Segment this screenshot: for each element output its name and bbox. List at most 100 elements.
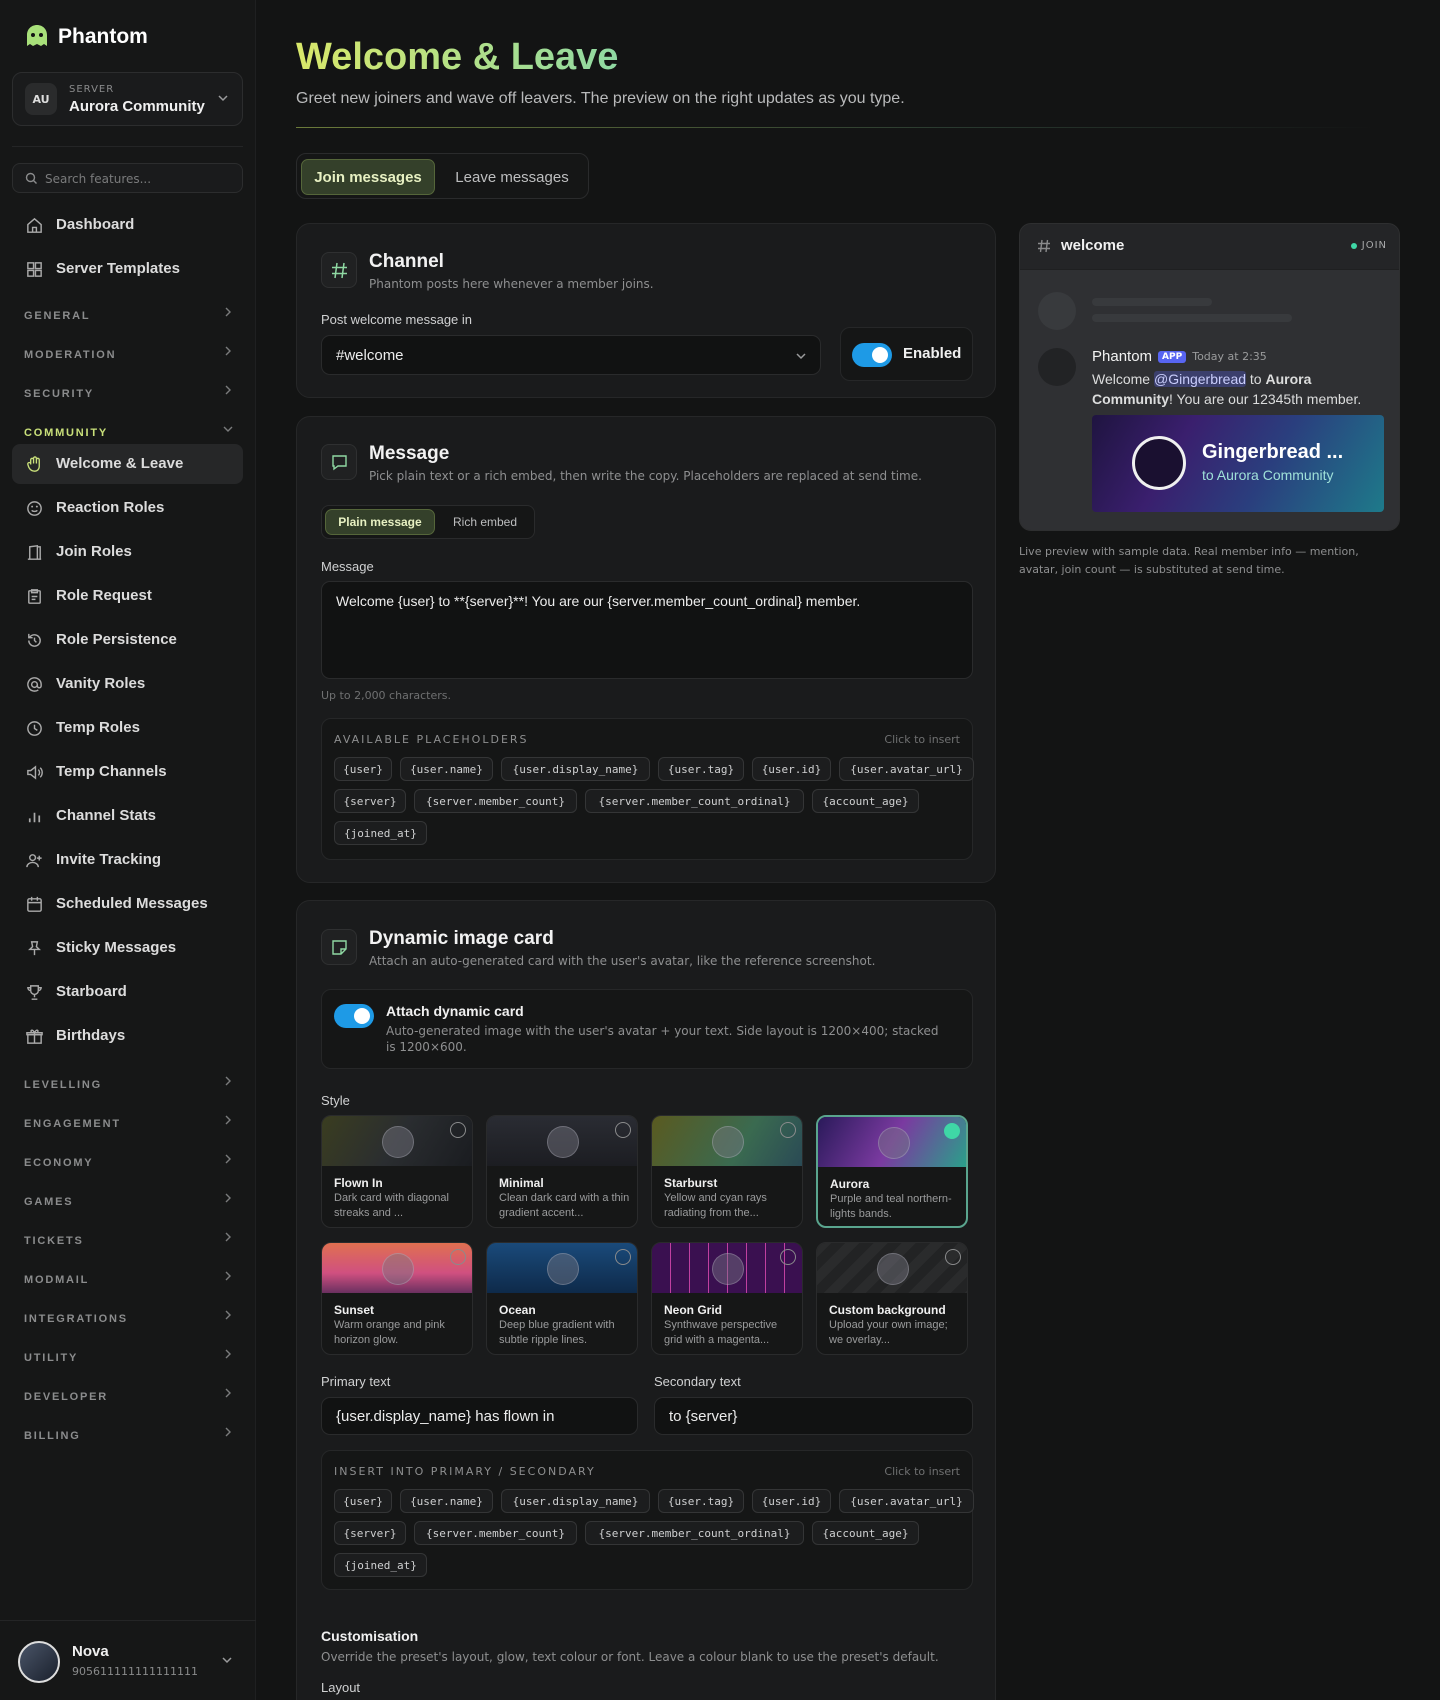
home-icon [27,217,42,233]
style-option-ocean[interactable]: Ocean Deep blue gradient with subtle rip… [486,1242,638,1355]
sidebar-section-general[interactable]: GENERAL [24,304,234,322]
placeholder-chip[interactable]: {user.id} [752,1489,831,1513]
sidebar-item-temp-channels[interactable]: Temp Channels [12,752,243,792]
attach-card-toggle[interactable] [334,1004,374,1028]
sidebar-section-tickets[interactable]: TICKETS [24,1229,234,1247]
sidebar-item-invite-tracking[interactable]: Invite Tracking [12,840,243,880]
sidebar-item-role-persistence[interactable]: Role Persistence [12,620,243,660]
placeholder-chip[interactable]: {account_age} [812,789,919,813]
sidebar-item-join-roles[interactable]: Join Roles [12,532,243,572]
server-switcher[interactable]: AU SERVER Aurora Community [12,72,243,126]
search-input[interactable]: Search features... [12,163,243,193]
sidebar-section-moderation[interactable]: MODERATION [24,343,234,361]
user-mention[interactable]: @Gingerbread [1153,371,1247,387]
sidebar-item-vanity-roles[interactable]: Vanity Roles [12,664,243,704]
chevron-right-icon [225,346,231,356]
sidebar-item-label: Role Request [56,587,152,604]
sidebar-item-scheduled-messages[interactable]: Scheduled Messages [12,884,243,924]
placeholder-chip[interactable]: {user.display_name} [501,1489,650,1513]
placeholder-chip[interactable]: {server.member_count_ordinal} [585,789,804,813]
sidebar-section-utility[interactable]: UTILITY [24,1346,234,1364]
placeholder-chip[interactable]: {user.avatar_url} [839,1489,974,1513]
sidebar-section-games[interactable]: GAMES [24,1190,234,1208]
sidebar-section-levelling[interactable]: LEVELLING [24,1073,234,1091]
user-plus-icon [26,854,42,868]
sidebar-section-developer[interactable]: DEVELOPER [24,1385,234,1403]
layout-label: Layout [321,1680,361,1695]
sidebar-item-starboard[interactable]: Starboard [12,972,243,1012]
primary-text-label: Primary text [321,1374,391,1389]
placeholder-chip[interactable]: {user} [334,757,392,781]
tab-plain-message[interactable]: Plain message [325,509,435,535]
style-option-starburst[interactable]: Starburst Yellow and cyan rays radiating… [651,1115,803,1228]
radio-indicator [450,1122,466,1138]
style-option-aurora[interactable]: Aurora Purple and teal northern-lights b… [816,1115,968,1228]
sidebar-item-welcome-leave[interactable]: Welcome & Leave [12,444,243,484]
style-option-flown-in[interactable]: Flown In Dark card with diagonal streaks… [321,1115,473,1228]
channel-select[interactable]: #welcome [321,335,821,375]
style-option-custom-background[interactable]: Custom background Upload your own image;… [816,1242,968,1355]
style-desc: Synthwave perspective grid with a magent… [664,1319,778,1346]
placeholder-chip[interactable]: {user.tag} [658,1489,744,1513]
sidebar-section-billing[interactable]: BILLING [24,1424,234,1442]
placeholder-chip[interactable]: {user.name} [400,1489,493,1513]
preview-header: welcome JOIN [1020,224,1399,270]
section-label: INTEGRATIONS [24,1313,128,1325]
sidebar-item-sticky-messages[interactable]: Sticky Messages [12,928,243,968]
placeholder-chip[interactable]: {server.member_count} [414,1521,577,1545]
sidebar-item-birthdays[interactable]: Birthdays [12,1016,243,1056]
radio-indicator [780,1122,796,1138]
placeholder-chip[interactable]: {user.tag} [658,757,744,781]
chevron-right-icon [225,1154,231,1164]
style-option-sunset[interactable]: Sunset Warm orange and pink horizon glow… [321,1242,473,1355]
tab-join-messages[interactable]: Join messages [301,159,435,195]
chevron-right-icon [225,1232,231,1242]
sidebar-section-economy[interactable]: ECONOMY [24,1151,234,1169]
sidebar-item-label: Reaction Roles [56,499,165,516]
placeholder-chip[interactable]: {user.avatar_url} [839,757,974,781]
message-type-tabs: Join messages Leave messages [296,153,589,199]
sidebar-item-dashboard[interactable]: Dashboard [12,205,243,245]
app-logo[interactable]: Phantom [22,22,148,52]
primary-text-input[interactable]: {user.display_name} has flown in [321,1397,638,1435]
card-avatar-ring [1132,436,1186,490]
placeholder-chip[interactable]: {user.display_name} [501,757,650,781]
placeholder-chip[interactable]: {account_age} [812,1521,919,1545]
user-panel[interactable]: Nova 905611111111111111 [0,1620,256,1700]
sidebar-item-role-request[interactable]: Role Request [12,576,243,616]
placeholder-chip[interactable]: {user.name} [400,757,493,781]
sidebar-item-channel-stats[interactable]: Channel Stats [12,796,243,836]
style-option-neon-grid[interactable]: Neon Grid Synthwave perspective grid wit… [651,1242,803,1355]
attach-card-title: Attach dynamic card [386,1003,524,1019]
message-textarea[interactable]: Welcome {user} to **{server}**! You are … [321,581,973,679]
chevron-right-icon [225,1349,231,1359]
secondary-text-input[interactable]: to {server} [654,1397,973,1435]
channel-card: Channel Phantom posts here whenever a me… [296,223,996,398]
sidebar-section-integrations[interactable]: INTEGRATIONS [24,1307,234,1325]
radio-indicator [944,1123,960,1139]
placeholder-chip[interactable]: {server.member_count_ordinal} [585,1521,804,1545]
placeholder-chip[interactable]: {server} [334,789,406,813]
placeholder-chip[interactable]: {server.member_count} [414,789,577,813]
sidebar-item-temp-roles[interactable]: Temp Roles [12,708,243,748]
sidebar-section-security[interactable]: SECURITY [24,382,234,400]
tab-rich-embed[interactable]: Rich embed [438,509,532,535]
char-limit-hint: Up to 2,000 characters. [321,689,451,702]
placeholder-chip[interactable]: {user} [334,1489,392,1513]
tab-leave-messages[interactable]: Leave messages [439,159,585,195]
sidebar-item-reaction-roles[interactable]: Reaction Roles [12,488,243,528]
sidebar-section-community[interactable]: COMMUNITY [24,421,234,439]
bot-avatar [1038,348,1076,386]
enabled-toggle[interactable] [852,343,892,367]
dynamic-image-card: Dynamic image card Attach an auto-genera… [296,900,996,1700]
placeholder-chip[interactable]: {server} [334,1521,406,1545]
sidebar-section-modmail[interactable]: MODMAIL [24,1268,234,1286]
placeholder-chip[interactable]: {joined_at} [334,821,427,845]
sidebar-item-label: Temp Roles [56,719,140,736]
placeholder-chip[interactable]: {joined_at} [334,1553,427,1577]
at-icon [27,677,42,692]
style-option-minimal[interactable]: Minimal Clean dark card with a thin grad… [486,1115,638,1228]
placeholder-chip[interactable]: {user.id} [752,757,831,781]
sidebar-item-server-templates[interactable]: Server Templates [12,249,243,289]
sidebar-section-engagement[interactable]: ENGAGEMENT [24,1112,234,1130]
